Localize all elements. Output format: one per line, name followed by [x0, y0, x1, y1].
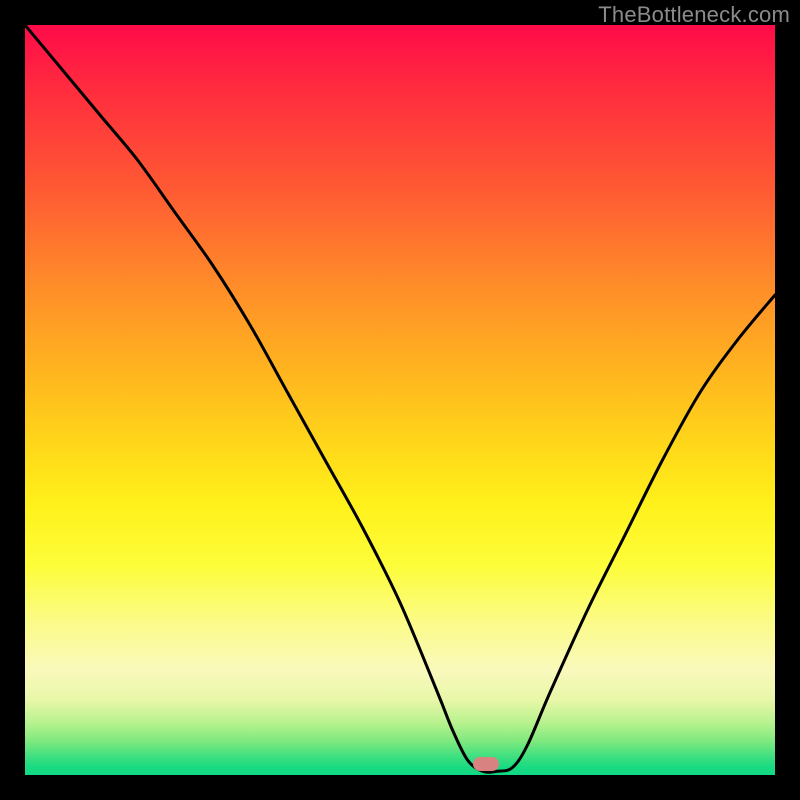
bottleneck-curve — [25, 25, 775, 772]
plot-area — [25, 25, 775, 775]
curve-layer — [25, 25, 775, 775]
optimum-marker — [473, 757, 499, 771]
chart-frame: TheBottleneck.com — [0, 0, 800, 800]
